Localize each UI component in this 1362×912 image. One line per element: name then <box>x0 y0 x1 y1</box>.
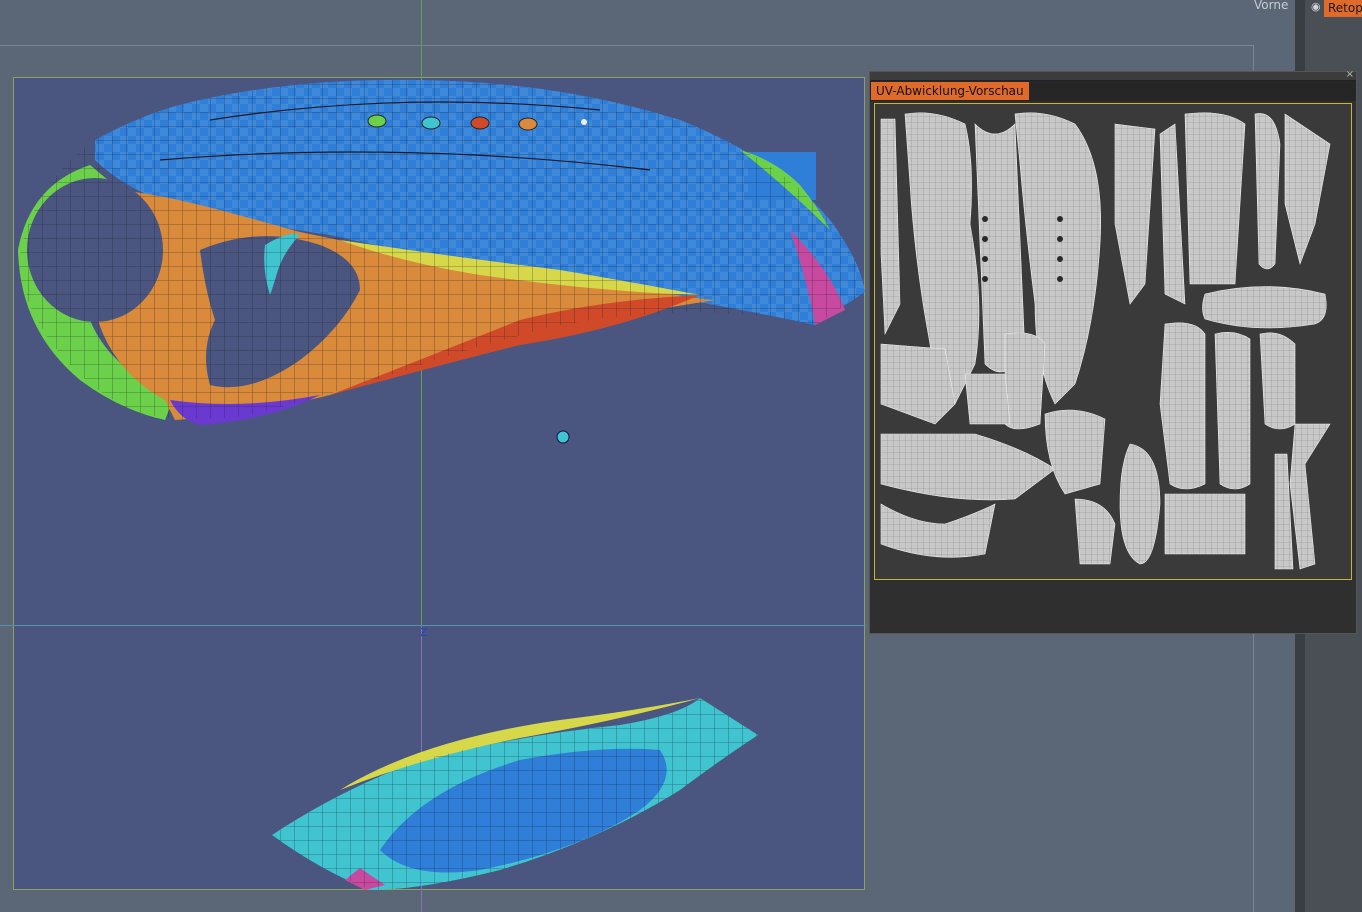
uv-islands <box>880 112 1331 570</box>
uv-panel-titlebar[interactable]: × <box>870 69 1356 81</box>
gun-mesh-top-view[interactable] <box>272 698 758 890</box>
uv-layout-canvas[interactable] <box>874 103 1352 580</box>
uv-preview-panel[interactable]: × UV-Abwicklung-Vorschau <box>869 69 1357 634</box>
uv-tab-row: UV-Abwicklung-Vorschau <box>870 81 1356 101</box>
pivot-sphere[interactable] <box>556 430 570 444</box>
retopo-tab[interactable]: Retop <box>1324 0 1362 17</box>
uv-preview-tab[interactable]: UV-Abwicklung-Vorschau <box>871 82 1029 100</box>
close-icon[interactable]: × <box>1346 69 1354 81</box>
eye-icon[interactable]: ◉ <box>1311 1 1323 13</box>
gun-mesh[interactable] <box>18 79 865 425</box>
